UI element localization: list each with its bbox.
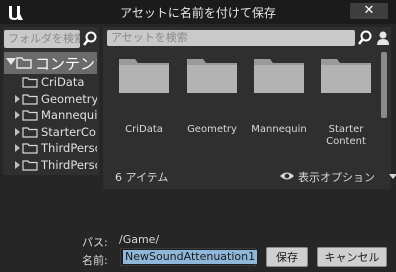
folder-search-input[interactable]: フォルダを検索: [4, 30, 80, 48]
close-button[interactable]: ✕: [349, 2, 389, 20]
collapsed-arrow-icon[interactable]: [15, 111, 20, 119]
asset-label: CriData: [125, 124, 163, 135]
tree-item-label: Geometry: [41, 91, 97, 106]
name-label: 名前:: [82, 254, 108, 267]
search-icon[interactable]: [82, 30, 98, 48]
folder-icon: [119, 59, 169, 93]
collapsed-arrow-icon[interactable]: [15, 144, 20, 152]
tree-root-content[interactable]: コンテンツ: [4, 52, 97, 74]
name-input-value: NewSoundAttenuation1: [123, 250, 258, 264]
eye-icon: [280, 172, 294, 180]
asset-tile[interactable]: Geometry: [181, 55, 243, 135]
asset-label: Mannequin: [251, 124, 307, 135]
tree-item-label: Mannequin: [41, 108, 97, 122]
folder-icon: [22, 126, 38, 138]
save-button[interactable]: 保存: [266, 247, 308, 267]
collapsed-arrow-icon[interactable]: [15, 160, 20, 169]
cancel-button[interactable]: キャンセル: [317, 247, 387, 267]
folder-icon: [22, 143, 38, 154]
folder-tree: コンテンツ CriData Geometry Mannequin StarterCon…: [4, 52, 97, 173]
title-bar: アセットに名前を付けて保存 ✕: [0, 0, 396, 24]
tree-item[interactable]: Mannequin: [4, 107, 97, 124]
folder-icon: [187, 59, 237, 93]
view-options-label: 表示オプション: [298, 171, 375, 184]
asset-tile[interactable]: Mannequin: [248, 55, 310, 135]
tree-item[interactable]: CriData: [4, 74, 97, 91]
expanded-arrow-icon[interactable]: [6, 58, 16, 65]
tree-item[interactable]: ThirdPersonBP: [4, 157, 97, 174]
tree-item-label: ThirdPerson: [41, 141, 97, 155]
asset-label: Geometry: [187, 124, 237, 135]
folder-icon: [22, 159, 38, 171]
tree-item[interactable]: ThirdPerson: [4, 140, 97, 157]
chevron-down-icon: [389, 174, 396, 179]
asset-tile[interactable]: Starter Content: [315, 55, 377, 147]
folder-icon: [22, 93, 38, 105]
tree-item[interactable]: StarterContent: [4, 124, 97, 141]
tree-item-label: CriData: [41, 75, 85, 89]
path-label: パス:: [82, 236, 108, 249]
window-title: アセットに名前を付けて保存: [120, 6, 276, 20]
asset-panel: [103, 27, 391, 189]
item-count: 6 アイテム: [115, 171, 169, 184]
user-icon[interactable]: [376, 30, 390, 46]
search-icon[interactable]: [357, 29, 373, 47]
scrollbar[interactable]: [381, 52, 387, 118]
folder-icon: [22, 77, 38, 88]
collapsed-arrow-icon[interactable]: [15, 127, 20, 136]
tree-item-label: ThirdPersonBP: [41, 157, 97, 172]
collapsed-arrow-icon[interactable]: [15, 94, 20, 103]
asset-search-input[interactable]: アセットを検索: [107, 30, 355, 46]
tree-item-label: StarterContent: [41, 124, 97, 139]
folder-icon: [22, 110, 38, 121]
tree-item[interactable]: Geometry: [4, 91, 97, 108]
status-bar: 6 アイテム 表示オプション: [107, 168, 396, 184]
name-input[interactable]: NewSoundAttenuation1: [120, 248, 258, 266]
asset-tile[interactable]: CriData: [113, 55, 175, 135]
folder-icon: [254, 59, 304, 93]
asset-label: Starter Content: [326, 124, 366, 147]
path-value: /Game/: [119, 233, 160, 246]
folder-open-icon: [16, 57, 32, 69]
tree-root-label: コンテンツ: [35, 55, 97, 73]
folder-icon: [321, 59, 371, 93]
